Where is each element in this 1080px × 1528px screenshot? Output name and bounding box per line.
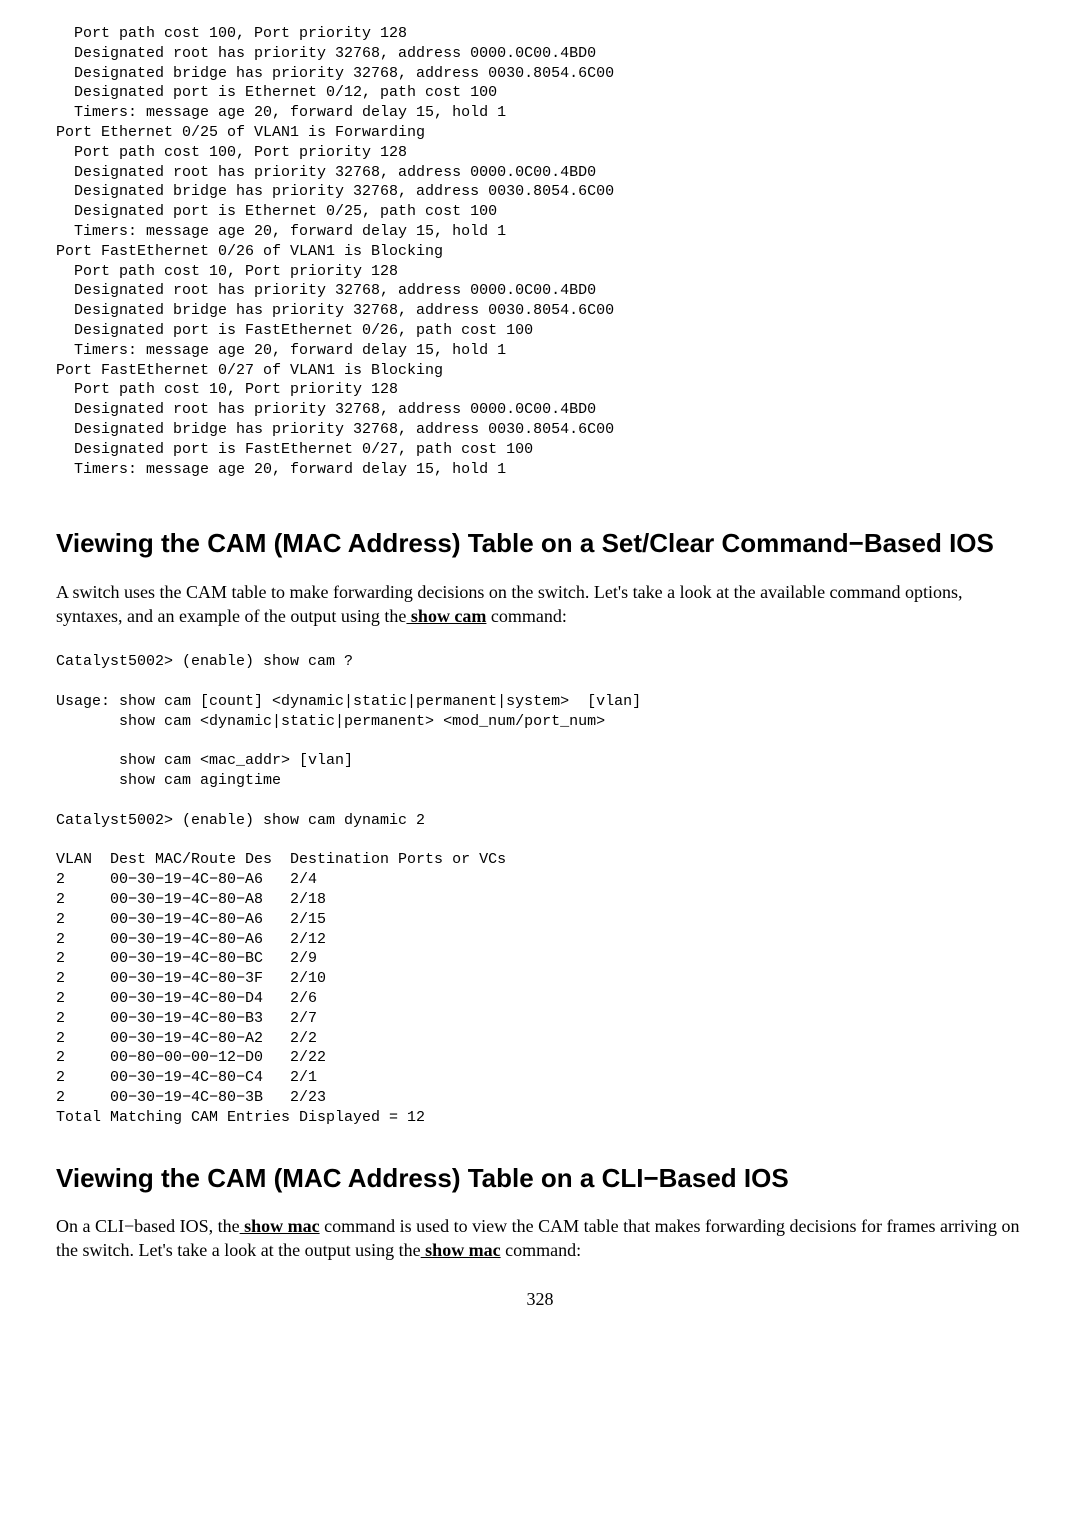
show-mac-command-2: show mac: [421, 1240, 501, 1260]
heading-cam-cli: Viewing the CAM (MAC Address) Table on a…: [56, 1162, 1024, 1195]
show-mac-command-1: show mac: [240, 1216, 320, 1236]
show-cam-output: Catalyst5002> (enable) show cam ? Usage:…: [56, 652, 1024, 1127]
paragraph-setclear-intro: A switch uses the CAM table to make forw…: [56, 580, 1024, 629]
paragraph-cli-intro: On a CLI−based IOS, the show mac command…: [56, 1214, 1024, 1263]
para-2-text-c: command:: [501, 1240, 581, 1260]
spanning-tree-output: Port path cost 100, Port priority 128 De…: [56, 24, 1024, 479]
show-cam-command: show cam: [406, 606, 486, 626]
para-1-text-b: command:: [486, 606, 566, 626]
page-number: 328: [56, 1287, 1024, 1311]
heading-cam-setclear: Viewing the CAM (MAC Address) Table on a…: [56, 527, 1024, 560]
para-2-text-a: On a CLI−based IOS, the: [56, 1216, 240, 1236]
